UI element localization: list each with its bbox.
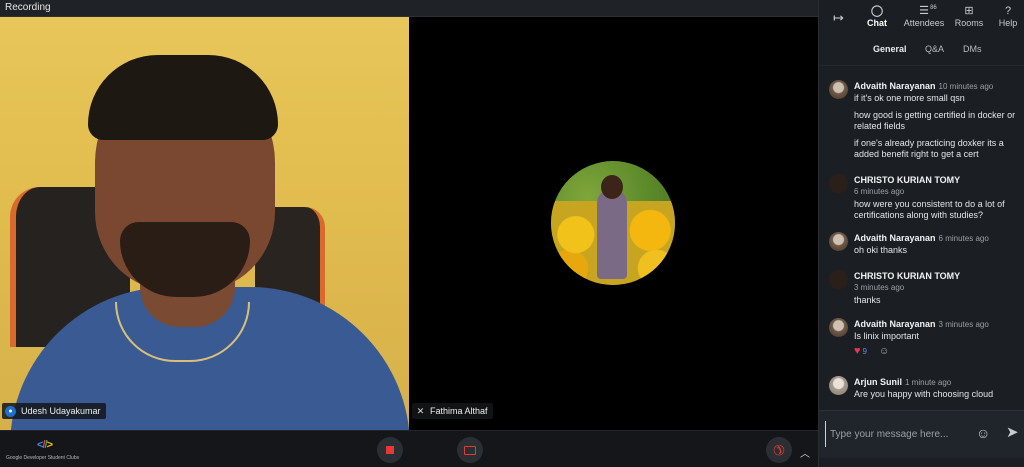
tab-label: Attendees bbox=[903, 18, 945, 28]
grid-icon: ⊞ bbox=[964, 5, 974, 17]
name-label-udesh: ● Udesh Udayakumar bbox=[2, 403, 106, 419]
divider bbox=[819, 65, 1024, 66]
chat-message-list[interactable]: Advaith Narayanan 10 minutes ago if it's … bbox=[819, 72, 1024, 408]
message-time: 10 minutes ago bbox=[938, 82, 994, 91]
message-time: 6 minutes ago bbox=[938, 234, 989, 243]
message-text: how were you consistent to do a lot of c… bbox=[854, 199, 1005, 220]
message-header: Arjun Sunil 1 minute ago bbox=[854, 377, 951, 387]
tab-chat[interactable]: ◯ Chat bbox=[864, 4, 890, 34]
sender-name: Advaith Narayanan bbox=[854, 233, 936, 243]
leave-call-button[interactable]: ✆ bbox=[766, 437, 792, 463]
message-header: Advaith Narayanan 6 minutes ago bbox=[854, 233, 989, 243]
collapse-panel-icon[interactable]: ↦ bbox=[833, 10, 844, 26]
screen-share-button[interactable] bbox=[457, 437, 483, 463]
message-header: CHRISTO KURIAN TOMY bbox=[854, 175, 960, 185]
stop-recording-button[interactable] bbox=[377, 437, 403, 463]
chat-input-area: ☺ ➤ bbox=[819, 410, 1024, 458]
recording-label: Recording bbox=[5, 2, 51, 13]
help-icon: ? bbox=[1004, 5, 1012, 17]
tab-rooms[interactable]: ⊞ Rooms bbox=[952, 4, 986, 34]
reaction-count: 9 bbox=[862, 346, 867, 356]
people-icon: ☰ 86 bbox=[919, 4, 937, 18]
mic-active-icon: ● bbox=[5, 405, 16, 417]
heart-icon[interactable]: ♥ bbox=[854, 345, 861, 357]
gdsc-logo-icon: <//> bbox=[37, 439, 53, 451]
video-tile-udesh[interactable] bbox=[0, 17, 409, 430]
tab-label: Chat bbox=[867, 18, 887, 28]
mic-muted-icon: ✕ bbox=[416, 405, 425, 416]
subtab-dms[interactable]: DMs bbox=[963, 44, 982, 54]
sender-name: Advaith Narayanan bbox=[854, 81, 936, 91]
message-time: 3 minutes ago bbox=[938, 320, 989, 329]
video-tile-fathima[interactable] bbox=[409, 17, 818, 430]
add-reaction-icon[interactable]: ☺ bbox=[879, 346, 889, 357]
message-text: oh oki thanks bbox=[854, 245, 908, 255]
tab-help[interactable]: ? Help bbox=[995, 4, 1021, 34]
recording-bar: Recording bbox=[0, 0, 818, 17]
avatar bbox=[829, 376, 848, 395]
message-text: if it's ok one more small qsn bbox=[854, 93, 965, 103]
message-time: 1 minute ago bbox=[905, 378, 952, 387]
message-text: Is linix important bbox=[854, 331, 920, 341]
sender-name: Arjun Sunil bbox=[854, 377, 902, 387]
participant-name: Udesh Udayakumar bbox=[21, 406, 101, 416]
sender-name: CHRISTO KURIAN TOMY bbox=[854, 175, 961, 185]
message-header: CHRISTO KURIAN TOMY bbox=[854, 271, 960, 281]
phone-hangup-icon: ✆ bbox=[769, 440, 789, 460]
avatar-person-head bbox=[601, 175, 623, 199]
person-hair bbox=[88, 55, 278, 140]
sender-name: Advaith Narayanan bbox=[854, 319, 936, 329]
avatar bbox=[829, 174, 848, 193]
video-stage: ● Udesh Udayakumar ✕ Fathima Althaf bbox=[0, 17, 818, 430]
message-header: Advaith Narayanan 3 minutes ago bbox=[854, 319, 989, 329]
chevron-up-icon[interactable]: ︿ bbox=[800, 445, 810, 460]
message-text: if one's already practicing doxker its a… bbox=[854, 138, 1004, 159]
avatar-person bbox=[597, 189, 627, 279]
avatar bbox=[829, 318, 848, 337]
chat-subtabs: General Q&A DMs bbox=[819, 44, 1024, 60]
logo-caption: Google Developer Student Clubs bbox=[6, 455, 80, 461]
send-icon[interactable]: ➤ bbox=[1006, 423, 1019, 441]
stop-icon bbox=[386, 446, 394, 454]
sender-name: CHRISTO KURIAN TOMY bbox=[854, 271, 961, 281]
message-text: thanks bbox=[854, 295, 881, 305]
tab-label: Help bbox=[998, 18, 1018, 28]
avatar bbox=[829, 232, 848, 251]
message-text: how good is getting certified in docker … bbox=[854, 110, 1016, 131]
message-time: 3 minutes ago bbox=[854, 283, 905, 292]
screen-share-icon bbox=[464, 445, 476, 455]
message-time: 6 minutes ago bbox=[854, 187, 905, 196]
chat-bubble-icon: ◯ bbox=[870, 5, 884, 17]
participant-avatar bbox=[551, 161, 675, 285]
subtab-general[interactable]: General bbox=[873, 44, 907, 54]
message-text: Are you happy with choosing cloud bbox=[854, 389, 994, 399]
side-panel: ↦ ◯ Chat ☰ 86 Attendees ⊞ Rooms ? Help Ge… bbox=[818, 0, 1024, 467]
participant-name: Fathima Althaf bbox=[430, 406, 488, 416]
control-bar: <//> Google Developer Student Clubs ✆ ︿ bbox=[0, 430, 818, 467]
avatar bbox=[829, 80, 848, 99]
subtab-qa[interactable]: Q&A bbox=[925, 44, 944, 54]
tab-attendees[interactable]: ☰ 86 Attendees bbox=[901, 4, 947, 34]
name-label-fathima: ✕ Fathima Althaf bbox=[412, 403, 493, 419]
message-header: Advaith Narayanan 10 minutes ago bbox=[854, 81, 993, 91]
message-reactions: ♥ 9 ☺ bbox=[854, 345, 889, 357]
emoji-icon[interactable]: ☺ bbox=[976, 425, 990, 441]
gdsc-logo: <//> Google Developer Student Clubs bbox=[6, 439, 96, 465]
avatar bbox=[829, 270, 848, 289]
chat-message-input[interactable] bbox=[825, 421, 965, 447]
tab-label: Rooms bbox=[954, 18, 984, 28]
attendees-count-badge: 86 bbox=[930, 5, 937, 11]
